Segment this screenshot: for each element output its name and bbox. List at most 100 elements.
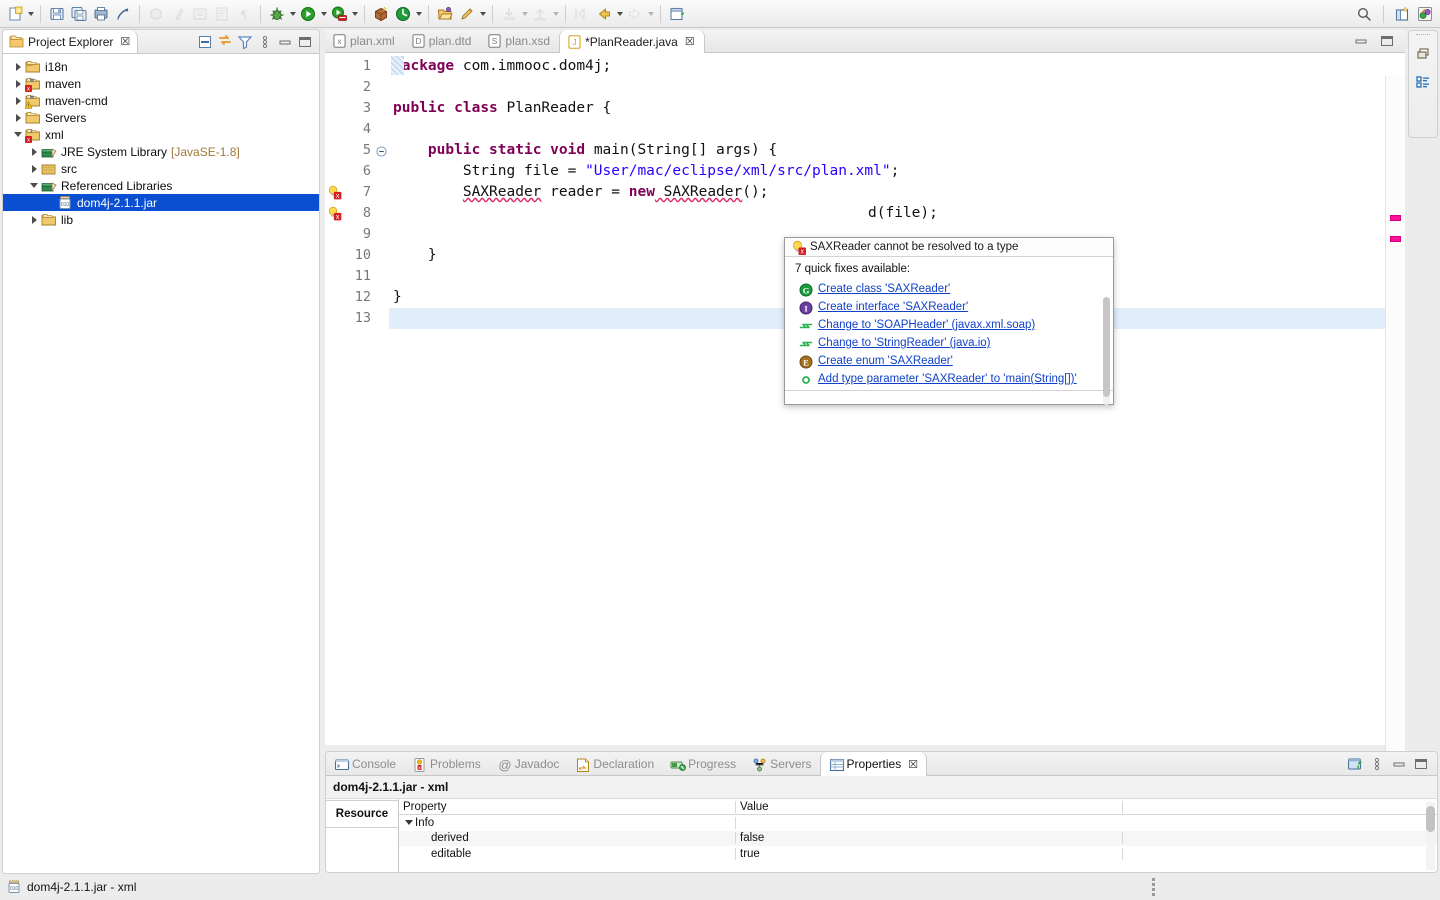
quick-fix-list[interactable]: G Create class 'SAXReader' I Create interfa… (785, 280, 1113, 388)
scrollbar-thumb[interactable] (1103, 297, 1110, 397)
java-ee-perspective-icon[interactable] (1414, 3, 1436, 25)
quick-fix-item[interactable]: G Create class 'SAXReader' (785, 280, 1113, 298)
chevron-right-icon[interactable] (11, 109, 25, 126)
minimize-icon[interactable] (1389, 754, 1408, 773)
print-icon[interactable] (90, 3, 112, 25)
quick-fix-item[interactable]: E Create enum 'SAXReader' (785, 352, 1113, 370)
scrollbar-thumb[interactable] (1426, 806, 1435, 832)
back-icon[interactable] (593, 3, 615, 25)
collapse-all-icon[interactable] (195, 32, 214, 51)
column-header[interactable]: Value (736, 800, 1123, 813)
column-header[interactable]: Property (399, 800, 736, 813)
bottom-tab-console[interactable]: Console (326, 752, 404, 775)
close-icon[interactable]: ☒ (685, 35, 695, 48)
properties-side-tabs[interactable]: Resource (326, 799, 399, 872)
open-task-icon[interactable] (189, 3, 211, 25)
toggle-mark-occurrences-icon[interactable] (112, 3, 134, 25)
tree-item-servers[interactable]: Servers (3, 109, 319, 126)
chevron-right-icon[interactable] (27, 160, 41, 177)
tree-item-dom4j-2-1-1-jar[interactable]: 010 dom4j-2.1.1.jar (3, 194, 319, 211)
property-value-cell[interactable]: true (736, 847, 1123, 860)
tree-item-jre-system-library[interactable]: JRE System Library [JavaSE-1.8] (3, 143, 319, 160)
overview-error-marker[interactable] (1390, 215, 1401, 221)
properties-row[interactable]: editable true (399, 846, 1437, 862)
tree-item-src[interactable]: src (3, 160, 319, 177)
chevron-down-icon[interactable] (319, 3, 328, 25)
minimize-icon[interactable] (275, 32, 294, 51)
chevron-right-icon[interactable] (27, 211, 41, 228)
properties-scrollbar[interactable] (1426, 802, 1435, 870)
properties-table[interactable]: Property Value Info derived false editable tru… (399, 799, 1437, 872)
tree-item-i18n[interactable]: i18n (3, 58, 319, 75)
new-package-box-icon[interactable] (370, 3, 392, 25)
outline-view-icon[interactable] (1412, 71, 1434, 93)
chevron-down-icon[interactable] (520, 3, 529, 25)
annotation-ruler[interactable]: xx (325, 53, 343, 745)
chevron-down-icon[interactable] (26, 3, 35, 25)
overview-error-marker[interactable] (1390, 236, 1401, 242)
chevron-down-icon[interactable] (350, 3, 359, 25)
maximize-icon[interactable] (295, 32, 314, 51)
previous-annotation-icon[interactable] (571, 3, 593, 25)
bottom-tab-javadoc[interactable]: @ Javadoc (489, 752, 568, 775)
tree-item-maven-cmd[interactable]: M! maven-cmd (3, 92, 319, 109)
error-quickfix-marker-icon[interactable]: x (327, 206, 342, 221)
chevron-down-icon[interactable] (414, 3, 423, 25)
pencil-icon[interactable] (456, 3, 478, 25)
chevron-down-icon[interactable] (405, 820, 413, 826)
chevron-down-icon[interactable] (646, 3, 655, 25)
maximize-icon[interactable] (1379, 33, 1395, 49)
bottom-tab-progress[interactable]: Progress (662, 752, 744, 775)
chevron-right-icon[interactable] (11, 92, 25, 109)
tree-item-referenced-libraries[interactable]: Referenced Libraries (3, 177, 319, 194)
drag-grip[interactable] (1416, 34, 1430, 37)
save-icon[interactable] (46, 3, 68, 25)
bottom-tab-properties[interactable]: Properties ☒ (819, 752, 928, 776)
run-icon[interactable] (297, 3, 319, 25)
overview-ruler[interactable] (1385, 76, 1405, 768)
chevron-down-icon[interactable] (27, 177, 41, 194)
chevron-right-icon[interactable] (11, 58, 25, 75)
open-folder-icon[interactable] (434, 3, 456, 25)
upload-icon[interactable] (529, 3, 551, 25)
tab-project-explorer[interactable]: Project Explorer ☒ (3, 30, 139, 53)
status-resize-grip[interactable] (1152, 878, 1156, 896)
close-icon[interactable]: ☒ (908, 758, 918, 771)
new-java-package-icon[interactable] (145, 3, 167, 25)
chevron-right-icon[interactable] (11, 75, 25, 92)
link-with-editor-icon[interactable] (215, 32, 234, 51)
project-tree[interactable]: i18n Mx maven M! maven-cmd Servers Jx xml JRE Sy… (3, 54, 319, 228)
save-all-icon[interactable] (68, 3, 90, 25)
quick-fix-item[interactable]: Change to 'SOAPHeader' (javax.xml.soap) (785, 316, 1113, 334)
chevron-down-icon[interactable] (551, 3, 560, 25)
tree-item-xml[interactable]: Jx xml (3, 126, 319, 143)
pin-to-selection-icon[interactable] (1345, 754, 1364, 773)
editor-tab-plan-xml[interactable]: x plan.xml (325, 30, 404, 52)
editor-tab-planreader-java[interactable]: J *PlanReader.java ☒ (559, 30, 705, 53)
new-editor-icon[interactable] (666, 3, 688, 25)
bottom-tab-servers[interactable]: Servers (744, 752, 819, 775)
open-element-icon[interactable] (211, 3, 233, 25)
chevron-right-icon[interactable] (27, 143, 41, 160)
tree-item-maven[interactable]: Mx maven (3, 75, 319, 92)
folding-ruler[interactable] (375, 53, 389, 745)
properties-row[interactable]: Info (399, 815, 1437, 831)
paragraph-icon[interactable]: ¶ (233, 3, 255, 25)
property-value-cell[interactable]: false (736, 832, 1123, 845)
quick-fix-item[interactable]: Change to 'StringReader' (java.io) (785, 334, 1113, 352)
new-wizard-icon[interactable] (4, 3, 26, 25)
editor-tab-plan-dtd[interactable]: Dplan.dtd (404, 30, 481, 52)
chevron-down-icon[interactable] (615, 3, 624, 25)
forward-icon[interactable] (624, 3, 646, 25)
tree-item-lib[interactable]: lib (3, 211, 319, 228)
maximize-icon[interactable] (1411, 754, 1430, 773)
chevron-down-icon[interactable] (11, 126, 25, 143)
run-server-icon[interactable] (328, 3, 350, 25)
debug-icon[interactable] (266, 3, 288, 25)
properties-row[interactable]: derived false (399, 830, 1437, 846)
view-menu-icon[interactable] (1367, 754, 1386, 773)
chevron-down-icon[interactable] (288, 3, 297, 25)
coverage-icon[interactable] (392, 3, 414, 25)
error-quickfix-marker-icon[interactable]: x (327, 185, 342, 200)
restore-icon[interactable] (1412, 43, 1434, 65)
